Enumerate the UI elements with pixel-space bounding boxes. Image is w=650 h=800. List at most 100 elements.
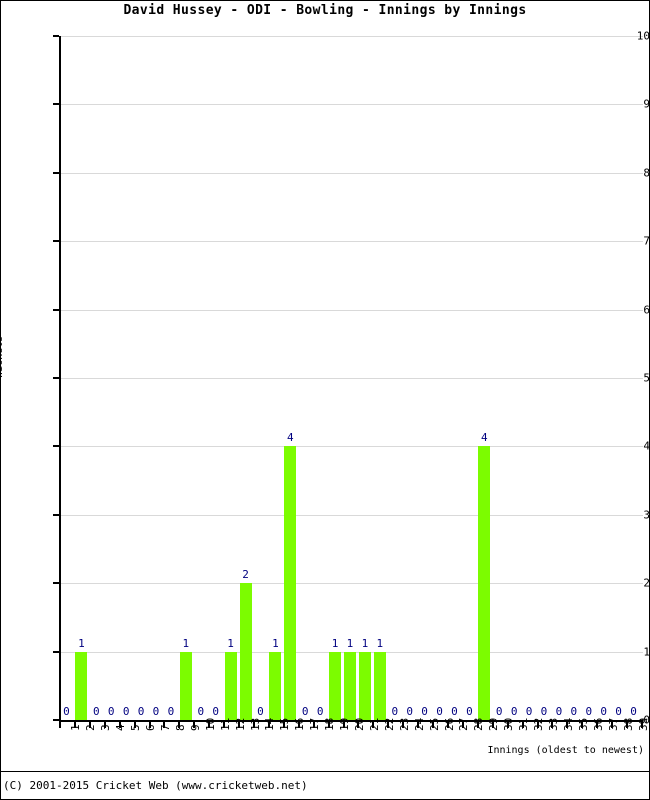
x-tick-mark: [148, 722, 151, 728]
x-tick-label: 36: [591, 717, 605, 731]
bar-value-label: 0: [212, 705, 219, 718]
bar-value-label: 1: [78, 636, 85, 650]
bar: [179, 651, 192, 720]
x-tick-mark: [566, 722, 569, 728]
x-tick-mark: [491, 722, 494, 728]
bar-value-label: 0: [406, 705, 413, 718]
bar-value-label: 1: [272, 636, 279, 650]
x-tick-mark: [342, 722, 345, 728]
x-tick-label: 15: [278, 717, 292, 731]
bar-value-label: 0: [540, 705, 548, 718]
x-tick-label: 14: [263, 717, 277, 731]
bar-value-label: 1: [361, 636, 369, 650]
x-tick-label: 38: [621, 717, 635, 731]
x-tick-mark: [133, 722, 136, 728]
bar: [269, 651, 282, 720]
bar: [284, 446, 297, 720]
bar-value-label: 0: [600, 705, 607, 718]
bar-value-label: 0: [137, 705, 145, 718]
x-tick-mark: [611, 722, 614, 728]
x-tick-mark: [59, 722, 61, 728]
x-tick-mark: [357, 722, 360, 728]
bar-value-label: 0: [615, 705, 622, 718]
bar-value-label: 0: [570, 705, 578, 718]
x-tick-label: 2: [84, 724, 98, 731]
bar: [329, 651, 342, 720]
x-tick-label: 11: [218, 717, 232, 731]
x-tick-label: 32: [532, 717, 546, 731]
bar-value-label: 0: [301, 705, 309, 718]
x-tick-mark: [596, 722, 599, 728]
bar-value-label: 0: [316, 705, 324, 718]
bar-value-label: 0: [391, 705, 399, 718]
x-tick-label: 21: [367, 717, 381, 731]
bar-value-label: 2: [242, 568, 249, 582]
bar-value-label: 0: [152, 705, 160, 718]
bar-value-label: 4: [286, 431, 294, 445]
bar-value-label: 0: [107, 705, 115, 718]
bar-value-label: 0: [630, 705, 637, 718]
bar-value-label: 0: [122, 705, 130, 718]
x-tick-mark: [163, 722, 166, 728]
x-tick-label: 12: [233, 717, 247, 731]
bar-value-label: 0: [197, 705, 205, 718]
bar-value-label: 0: [436, 705, 443, 718]
bar-value-label: 0: [92, 705, 100, 718]
x-tick-label: 5: [129, 724, 143, 731]
bar: [358, 651, 371, 720]
x-tick-mark: [432, 722, 435, 728]
x-tick-label: 30: [502, 717, 516, 731]
chart-title: David Hussey - ODI - Bowling - Innings b…: [123, 3, 527, 18]
x-tick-label: 24: [412, 717, 426, 731]
x-tick-label: 27: [457, 717, 471, 731]
bar-value-label: 0: [585, 705, 593, 718]
bar-value-label: 0: [63, 705, 70, 718]
bar-value-label: 0: [525, 705, 533, 718]
x-tick-mark: [312, 722, 315, 728]
footer-divider: [0, 771, 650, 772]
footer-copyright: (C) 2001-2015 Cricket Web (www.cricketwe…: [3, 779, 308, 792]
x-tick-mark: [238, 722, 241, 728]
x-tick-mark: [461, 722, 464, 728]
bar-value-label: 1: [331, 636, 339, 650]
bar-value-label: 0: [495, 705, 503, 718]
x-tick-mark: [417, 722, 420, 728]
x-tick-mark: [581, 722, 584, 728]
x-tick-mark: [103, 722, 106, 728]
x-tick-mark: [88, 722, 91, 728]
x-tick-label: 31: [517, 717, 531, 731]
x-tick-mark: [253, 722, 255, 728]
bar-value-label: 0: [167, 705, 175, 718]
x-tick-mark: [297, 722, 300, 728]
x-tick-label: 22: [382, 717, 396, 731]
x-tick-label: 16: [293, 717, 307, 731]
x-axis: 1 2 3 4 5 6 7 8 9 10 11 12 13 14 15 16 17 18 19 20 21 22 23 24 2…: [59, 718, 650, 762]
x-tick-label: 19: [338, 717, 352, 731]
x-tick-mark: [387, 722, 390, 728]
x-tick-mark: [551, 722, 554, 728]
x-tick-mark: [447, 722, 449, 728]
x-tick-label: 25: [427, 717, 441, 731]
x-tick-label: 4: [114, 724, 128, 731]
bar-value-label: 4: [480, 431, 488, 445]
x-tick-mark: [223, 722, 226, 728]
x-tick-label: 1: [69, 724, 83, 731]
x-tick-label: 17: [308, 717, 322, 731]
bar-value-label: 0: [510, 705, 518, 718]
x-tick-label: 28: [472, 717, 486, 731]
x-tick-label: 18: [323, 717, 337, 731]
x-tick-mark: [476, 722, 479, 728]
bar: [373, 651, 386, 720]
x-tick-label: 7: [159, 724, 172, 731]
bar-value-label: 1: [227, 636, 234, 650]
x-tick-mark: [327, 722, 330, 728]
x-tick-label: 39: [636, 717, 650, 731]
x-tick-label: 33: [547, 717, 560, 731]
x-tick-label: 10: [203, 717, 217, 731]
x-tick-mark: [402, 722, 405, 728]
x-tick-mark: [118, 722, 121, 728]
x-tick-mark: [626, 722, 629, 728]
bar-value-label: 1: [182, 636, 190, 650]
x-tick-label: 6: [144, 724, 158, 731]
bar-value-label: 1: [376, 636, 384, 650]
